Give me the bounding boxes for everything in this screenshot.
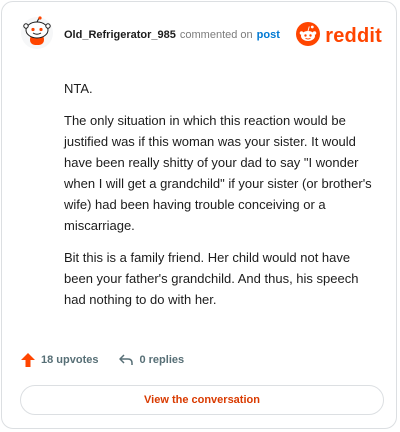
comment-body: NTA. The only situation in which this re… bbox=[64, 78, 382, 321]
comment-stats: 18 upvotes 0 replies bbox=[20, 350, 184, 370]
comment-paragraph: Bit this is a family friend. Her child w… bbox=[64, 250, 359, 307]
action-text: commented on bbox=[179, 29, 253, 41]
snoo-avatar-icon[interactable] bbox=[20, 16, 54, 50]
upvote-stat[interactable]: 18 upvotes bbox=[20, 352, 98, 368]
upvote-count: 18 upvotes bbox=[41, 354, 99, 366]
comment-card: Old_Refrigerator_985 commented on post red… bbox=[1, 1, 397, 429]
comment-paragraph: NTA. bbox=[64, 81, 93, 96]
post-link[interactable]: post bbox=[257, 29, 280, 41]
comment-header: Old_Refrigerator_985 commented on post red… bbox=[20, 16, 382, 56]
reply-stat[interactable]: 0 replies bbox=[118, 352, 184, 368]
view-conversation-button[interactable]: View the conversation bbox=[20, 385, 384, 415]
upvote-arrow-icon[interactable] bbox=[20, 352, 36, 368]
reply-arrow-icon[interactable] bbox=[118, 352, 134, 368]
reddit-logo-icon bbox=[296, 21, 321, 51]
reddit-brand[interactable]: reddit bbox=[296, 21, 382, 51]
username-link[interactable]: Old_Refrigerator_985 bbox=[64, 29, 176, 41]
reply-count: 0 replies bbox=[139, 354, 185, 366]
reddit-wordmark: reddit bbox=[325, 24, 382, 47]
comment-paragraph: The only situation in which this reactio… bbox=[64, 113, 372, 233]
comment-meta: Old_Refrigerator_985 commented on post bbox=[64, 28, 280, 42]
